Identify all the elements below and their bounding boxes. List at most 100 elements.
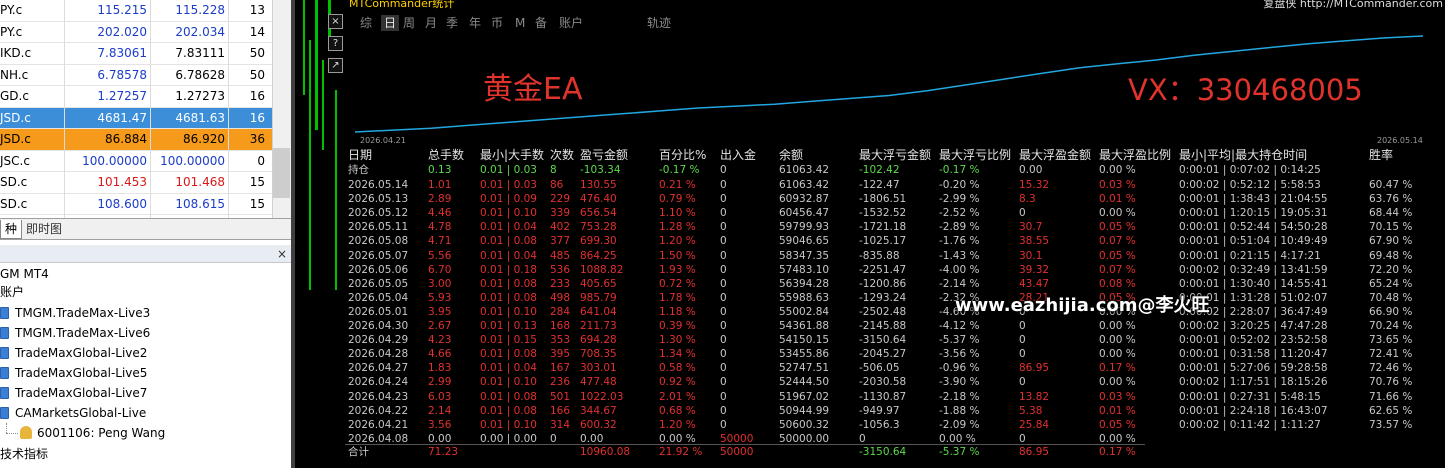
table-cell: 694.28 <box>580 334 617 347</box>
table-row[interactable]: 2026.05.06 6.70 0.01 | 0.18 536 1088.82 1.93 … <box>345 263 1445 277</box>
table-row[interactable]: 2026.04.27 1.83 0.01 | 0.04 167 303.01 0.58 %… <box>345 361 1445 375</box>
total-cell: 50000 <box>720 446 754 458</box>
tree-account-item[interactable]: TradeMaxGlobal-Live7 <box>0 383 147 403</box>
table-cell: 2026.05.05 <box>348 277 409 290</box>
table-row[interactable]: 2026.05.08 4.71 0.01 | 0.08 377 699.30 1.20 %… <box>345 234 1445 248</box>
table-cell: 4.66 <box>428 348 452 361</box>
watermark-contact: VX：330468005 <box>1128 73 1363 107</box>
bid-cell: 86.884 <box>105 132 147 146</box>
market-watch-row[interactable]: IKD.c 7.83061 7.83111 50 <box>0 43 272 65</box>
column-header: 最大浮亏比例 <box>939 148 1012 162</box>
toolbar-tab[interactable]: 综 <box>360 15 372 31</box>
symbol-cell: GD.c <box>0 89 29 103</box>
navigator-header: × <box>0 245 291 263</box>
holding-cell: 8 <box>550 164 557 176</box>
table-cell: 0 <box>1019 320 1026 332</box>
table-row[interactable]: 2026.04.30 2.67 0.01 | 0.13 168 211.73 0.39 %… <box>345 319 1445 333</box>
market-watch-row[interactable]: PY.c 202.020 202.034 14 <box>0 22 272 43</box>
tree-account-item[interactable]: TradeMaxGlobal-Live2 <box>0 343 147 363</box>
table-cell: 0.01 | 0.04 <box>480 362 537 375</box>
scrollbar-thumb[interactable] <box>273 148 290 198</box>
tree-login[interactable]: 6001106: Peng Wang <box>6 423 165 443</box>
tree-root[interactable]: GM MT4 <box>0 264 49 284</box>
table-row[interactable]: 2026.05.13 2.89 0.01 | 0.09 229 476.40 0.79 %… <box>345 192 1445 206</box>
holding-row[interactable]: 持仓 0.13 0.01 | 0.03 8 -103.34 -0.17 % 0 61063.4… <box>345 163 1445 177</box>
toolbar-tab[interactable]: 季 <box>446 15 458 31</box>
toolbar-tab[interactable]: 账户 <box>559 15 583 31</box>
table-row[interactable]: 2026.05.04 5.93 0.01 | 0.08 498 985.79 1.78 %… <box>345 291 1445 305</box>
table-cell: 0.01 | 0.18 <box>480 263 537 276</box>
table-row[interactable]: 2026.04.21 3.56 0.01 | 0.10 314 600.32 1.20 %… <box>345 418 1445 432</box>
close-button[interactable]: × <box>328 14 343 29</box>
table-cell: 0 <box>720 334 727 347</box>
toolbar-tab[interactable]: 轨迹 <box>647 15 671 31</box>
move-button[interactable]: ↗ <box>328 58 343 73</box>
column-header: 最小|平均|最大持仓时间 <box>1179 148 1308 162</box>
table-cell: 0 <box>720 376 727 389</box>
table-row[interactable]: 2026.04.23 6.03 0.01 | 0.08 501 1022.03 2.01 … <box>345 390 1445 404</box>
table-cell: 57483.10 <box>779 263 830 276</box>
total-row[interactable]: 合计 71.23 10960.08 21.92 % 50000 -3150.64 -5.37… <box>345 445 1445 459</box>
toolbar-tab[interactable]: 备 <box>535 15 547 31</box>
table-cell: 1.28 % <box>659 221 696 234</box>
table-cell: 864.25 <box>580 249 617 262</box>
tab-tick-chart[interactable]: 即时图 <box>22 220 66 239</box>
table-cell: -0.20 % <box>939 179 980 191</box>
table-row[interactable]: 2026.04.28 4.66 0.01 | 0.08 395 708.35 1.34 %… <box>345 347 1445 361</box>
toolbar-tab[interactable]: 月 <box>425 15 437 31</box>
table-cell: -1056.3 <box>859 418 900 431</box>
table-cell: 0.01 % <box>1099 193 1136 206</box>
table-row[interactable]: 2026.04.22 2.14 0.01 | 0.08 166 344.67 0.68 %… <box>345 404 1445 418</box>
table-row[interactable]: 2026.05.12 4.46 0.01 | 0.10 339 656.54 1.10 %… <box>345 206 1445 220</box>
toolbar-tab[interactable]: M <box>515 15 525 31</box>
toolbar-tab[interactable]: 年 <box>469 15 481 31</box>
market-watch-row[interactable]: SD.c 101.453 101.468 15 <box>0 172 272 194</box>
table-row[interactable]: 2026.05.14 1.01 0.01 | 0.03 86 130.55 0.21 % 0… <box>345 178 1445 192</box>
table-cell: 1.20 % <box>659 418 696 431</box>
market-watch-row[interactable]: NH.c 6.78578 6.78628 50 <box>0 65 272 86</box>
table-cell: 0:00:02 | 0:11:42 | 1:11:27 <box>1179 418 1321 431</box>
column-header: 最小|大手数 <box>480 148 545 162</box>
tree-account-item[interactable]: CAMarketsGlobal-Live <box>0 403 146 423</box>
tree-indicators[interactable]: 技术指标 <box>0 444 48 464</box>
table-row[interactable]: 2026.04.24 2.99 0.01 | 0.10 236 477.48 0.92 %… <box>345 375 1445 389</box>
close-icon[interactable]: × <box>277 246 287 262</box>
table-row[interactable]: 2026.05.01 3.95 0.01 | 0.10 284 641.04 1.18 %… <box>345 305 1445 319</box>
market-watch-row[interactable]: JSD.c 4681.47 4681.63 16 <box>0 107 272 129</box>
table-row[interactable]: 2026.04.29 4.23 0.01 | 0.15 353 694.28 1.30 %… <box>345 333 1445 347</box>
toolbar-tab[interactable]: 周 <box>403 15 415 31</box>
settings-button[interactable]: ? <box>328 36 343 51</box>
holding-cell: 0.00 <box>1019 164 1043 176</box>
toolbar-tab[interactable]: 币 <box>491 15 503 31</box>
toolbar-tab[interactable]: 日 <box>381 15 400 31</box>
tree-account-item[interactable]: TMGM.TradeMax-Live6 <box>0 323 150 343</box>
total-cell: 10960.08 <box>580 446 631 458</box>
table-cell: -2.18 % <box>939 390 980 403</box>
tree-account-item[interactable]: TMGM.TradeMax-Live3 <box>0 303 150 323</box>
table-cell: 0 <box>720 348 727 361</box>
column-divider <box>64 0 65 218</box>
equity-start-date: 2026.04.21 <box>360 136 406 145</box>
tree-account-item[interactable]: TradeMaxGlobal-Live5 <box>0 363 147 383</box>
table-row[interactable]: 2026.05.05 3.00 0.01 | 0.08 233 405.65 0.72 %… <box>345 277 1445 291</box>
table-cell: 69.48 % <box>1369 249 1413 262</box>
table-row[interactable]: 2026.05.07 5.56 0.01 | 0.04 485 864.25 1.50 %… <box>345 249 1445 263</box>
spread-cell: 50 <box>249 67 265 82</box>
table-cell: 4.46 <box>428 207 452 220</box>
symbol-cell: JSD.c <box>0 110 31 125</box>
account-label: TMGM.TradeMax-Live3 <box>15 306 151 320</box>
table-cell: 6.70 <box>428 263 452 276</box>
market-watch-row[interactable]: JSC.c 100.00000 100.00000 0 <box>0 151 272 172</box>
table-cell: 0 <box>1019 376 1026 389</box>
tab-symbols[interactable]: 种 <box>0 220 23 239</box>
market-watch-row[interactable]: PY.c 115.215 115.228 13 <box>0 0 272 22</box>
market-watch-row[interactable]: GD.c 1.27257 1.27273 16 <box>0 86 272 108</box>
table-row[interactable]: 2026.05.11 4.78 0.01 | 0.04 402 753.28 1.28 %… <box>345 220 1445 234</box>
table-cell: -3150.64 <box>859 334 907 347</box>
brand-link[interactable]: 复盘侠 http://MTCommander.com <box>1263 0 1443 11</box>
bid-cell: 100.00000 <box>82 153 147 168</box>
market-watch-row[interactable]: JSD.c 86.884 86.920 36 <box>0 129 272 151</box>
market-watch-row[interactable]: SD.c 108.600 108.615 15 <box>0 194 272 215</box>
ask-cell: 1.27273 <box>175 89 225 103</box>
tree-accounts[interactable]: 账户 <box>0 282 24 302</box>
